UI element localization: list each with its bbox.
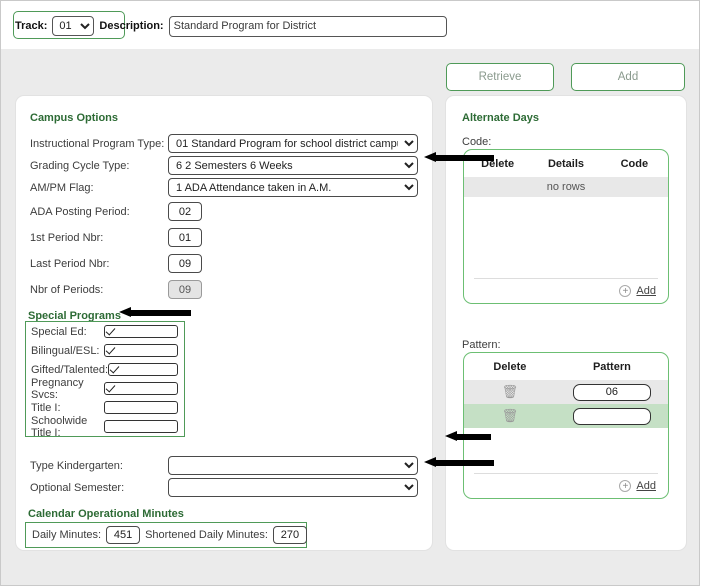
pattern-add-link[interactable]: Add [636, 480, 656, 492]
track-select[interactable]: 01 [52, 16, 94, 36]
bilingual-esl-label: Bilingual/ESL: [31, 345, 104, 357]
description-input[interactable] [169, 16, 447, 37]
special-ed-checkbox[interactable] [104, 325, 179, 338]
divider [474, 278, 658, 279]
description-label: Description: [99, 20, 163, 32]
last-period-nbr-input[interactable] [168, 254, 202, 273]
special-programs-group: Special Ed: Bilingual/ESL: Gifted/Talent… [25, 321, 185, 437]
divider [474, 473, 658, 474]
type-kindergarten-select[interactable] [168, 456, 418, 475]
trash-icon[interactable]: 🗑 [502, 408, 519, 423]
title-i-label: Title I: [31, 402, 104, 414]
optional-semester-select[interactable] [168, 478, 418, 497]
instructional-program-type-select[interactable]: 01 Standard Program for school district … [168, 134, 418, 153]
pattern-col-pattern: Pattern [556, 353, 668, 380]
last-period-nbr-label: Last Period Nbr: [30, 258, 109, 270]
grading-cycle-type-label: Grading Cycle Type: [30, 160, 129, 172]
pregnancy-svcs-label: Pregnancy Svcs: [31, 377, 104, 401]
schoolwide-title-i-label: Schoolwide Title I: [31, 415, 104, 439]
code-col-delete: Delete [464, 150, 531, 177]
track-row: Track: 01 Description: [15, 15, 447, 37]
plus-circle-icon[interactable]: + [619, 285, 631, 297]
special-program-row[interactable]: Bilingual/ESL: [26, 341, 184, 360]
code-section-label: Code: [462, 136, 491, 148]
nbr-of-periods-input [168, 280, 202, 299]
daily-minutes-label: Daily Minutes: [32, 529, 101, 541]
bilingual-esl-checkbox[interactable] [104, 344, 179, 357]
pattern-add-bar: + Add [464, 480, 668, 492]
code-grid: Delete Details Code no rows + Add [463, 149, 669, 304]
code-add-bar: + Add [464, 285, 668, 297]
pattern-col-delete: Delete [464, 353, 556, 380]
campus-options-title: Campus Options [30, 112, 118, 124]
special-ed-label: Special Ed: [31, 326, 104, 338]
shortened-daily-minutes-input[interactable] [273, 526, 307, 544]
special-program-row[interactable]: Pregnancy Svcs: [26, 379, 184, 398]
code-col-code: Code [601, 150, 668, 177]
am-pm-flag-select[interactable]: 1 ADA Attendance taken in A.M. [168, 178, 418, 197]
pattern-value-cell [556, 380, 668, 404]
code-table-header-row: Delete Details Code [464, 150, 668, 177]
pattern-table: Delete Pattern 🗑 🗑 [464, 353, 668, 428]
nbr-of-periods-label: Nbr of Periods: [30, 284, 103, 296]
calendar-operational-minutes-group: Daily Minutes: Shortened Daily Minutes: [25, 522, 307, 548]
pattern-grid: Delete Pattern 🗑 🗑 [463, 352, 669, 499]
schoolwide-title-i-checkbox[interactable] [104, 420, 179, 433]
pattern-delete-cell[interactable]: 🗑 [464, 404, 556, 428]
track-label: Track: [15, 20, 47, 32]
retrieve-button[interactable]: Retrieve [446, 63, 554, 91]
alternate-days-title: Alternate Days [462, 112, 539, 124]
code-table-empty-row: no rows [464, 177, 668, 197]
ada-posting-period-label: ADA Posting Period: [30, 206, 130, 218]
code-col-details: Details [531, 150, 600, 177]
special-program-row[interactable]: Schoolwide Title I: [26, 417, 184, 436]
grading-cycle-type-select[interactable]: 6 2 Semesters 6 Weeks [168, 156, 418, 175]
title-i-checkbox[interactable] [104, 401, 179, 414]
instructional-program-type-label: Instructional Program Type: [30, 138, 164, 150]
pattern-section-label: Pattern: [462, 339, 501, 351]
pattern-input[interactable] [573, 408, 651, 425]
pattern-delete-cell[interactable]: 🗑 [464, 380, 556, 404]
pattern-value-cell [556, 404, 668, 428]
pregnancy-svcs-checkbox[interactable] [104, 382, 179, 395]
type-kindergarten-label: Type Kindergarten: [30, 460, 123, 472]
table-row[interactable]: 🗑 [464, 380, 668, 404]
plus-circle-icon[interactable]: + [619, 480, 631, 492]
table-row[interactable]: 🗑 [464, 404, 668, 428]
special-program-row[interactable]: Special Ed: [26, 322, 184, 341]
code-no-rows-text: no rows [464, 177, 668, 197]
gifted-talented-checkbox[interactable] [108, 363, 178, 376]
pattern-table-header-row: Delete Pattern [464, 353, 668, 380]
code-table: Delete Details Code no rows [464, 150, 668, 197]
trash-icon[interactable]: 🗑 [502, 384, 519, 399]
pattern-input[interactable] [573, 384, 651, 401]
optional-semester-label: Optional Semester: [30, 482, 124, 494]
page-root: Save Track: 01 Description: Retrieve Add… [0, 0, 700, 586]
gifted-talented-label: Gifted/Talented: [31, 364, 108, 376]
daily-minutes-input[interactable] [106, 526, 140, 544]
code-add-link[interactable]: Add [636, 285, 656, 297]
add-button[interactable]: Add [571, 63, 685, 91]
first-period-nbr-label: 1st Period Nbr: [30, 232, 103, 244]
calendar-operational-minutes-title: Calendar Operational Minutes [28, 508, 184, 520]
am-pm-flag-label: AM/PM Flag: [30, 182, 94, 194]
ada-posting-period-input[interactable] [168, 202, 202, 221]
shortened-daily-minutes-label: Shortened Daily Minutes: [145, 529, 268, 541]
first-period-nbr-input[interactable] [168, 228, 202, 247]
